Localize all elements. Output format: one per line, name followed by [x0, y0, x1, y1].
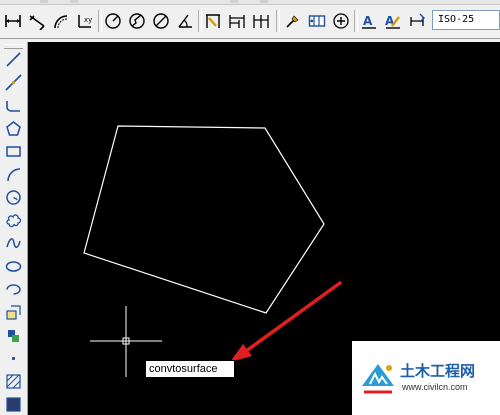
hatch-icon[interactable]	[3, 371, 23, 391]
rectangle-icon[interactable]	[3, 141, 23, 161]
radius-icon[interactable]	[102, 10, 124, 32]
center-mark-icon[interactable]	[330, 10, 352, 32]
diameter-icon[interactable]	[150, 10, 172, 32]
dimension-update-icon[interactable]	[406, 10, 428, 32]
circle-icon[interactable]	[3, 187, 23, 207]
linear-dimension-icon[interactable]	[2, 10, 24, 32]
dimension-text-edit-icon[interactable]: A	[382, 10, 404, 32]
construction-line-icon[interactable]	[3, 72, 23, 92]
arc-length-icon[interactable]	[50, 10, 72, 32]
spline-icon[interactable]	[3, 233, 23, 253]
point-icon[interactable]	[3, 348, 23, 368]
dimension-edit-icon[interactable]: A	[358, 10, 380, 32]
command-tooltip: convtosurface	[145, 360, 235, 378]
quick-leader-icon[interactable]	[282, 10, 304, 32]
ellipse-arc-icon[interactable]	[3, 279, 23, 299]
quick-dimension-icon[interactable]	[202, 10, 224, 32]
jogged-icon[interactable]	[126, 10, 148, 32]
pentagon-shape[interactable]	[83, 125, 325, 314]
revision-cloud-icon[interactable]	[3, 210, 23, 230]
ellipse-icon[interactable]	[3, 256, 23, 276]
insert-block-icon[interactable]	[3, 302, 23, 322]
annotation-arrow	[230, 281, 342, 362]
dimension-toolbar: xy A A ISO-25	[0, 0, 500, 42]
watermark-title: 土木工程网	[400, 362, 476, 380]
polygon-icon[interactable]	[3, 118, 23, 138]
make-block-icon[interactable]	[3, 325, 23, 345]
line-icon[interactable]	[3, 49, 23, 69]
watermark-logo: 土木工程网 www.civilcn.com	[352, 341, 500, 415]
polyline-icon[interactable]	[3, 95, 23, 115]
continue-icon[interactable]	[250, 10, 272, 32]
angular-icon[interactable]	[174, 10, 196, 32]
dimension-style-select[interactable]: ISO-25	[432, 10, 500, 30]
tolerance-icon[interactable]	[306, 10, 328, 32]
gradient-icon[interactable]	[3, 394, 23, 414]
menu-strip	[0, 0, 500, 5]
aligned-dimension-icon[interactable]	[26, 10, 48, 32]
draw-toolbar	[0, 42, 28, 415]
ordinate-icon[interactable]: xy	[74, 10, 96, 32]
svg-text:xy: xy	[84, 16, 92, 24]
watermark-url: www.civilcn.com	[402, 382, 468, 392]
baseline-icon[interactable]	[226, 10, 248, 32]
watermark-emblem-icon	[362, 364, 394, 394]
svg-text:A: A	[363, 14, 373, 28]
arc-icon[interactable]	[3, 164, 23, 184]
